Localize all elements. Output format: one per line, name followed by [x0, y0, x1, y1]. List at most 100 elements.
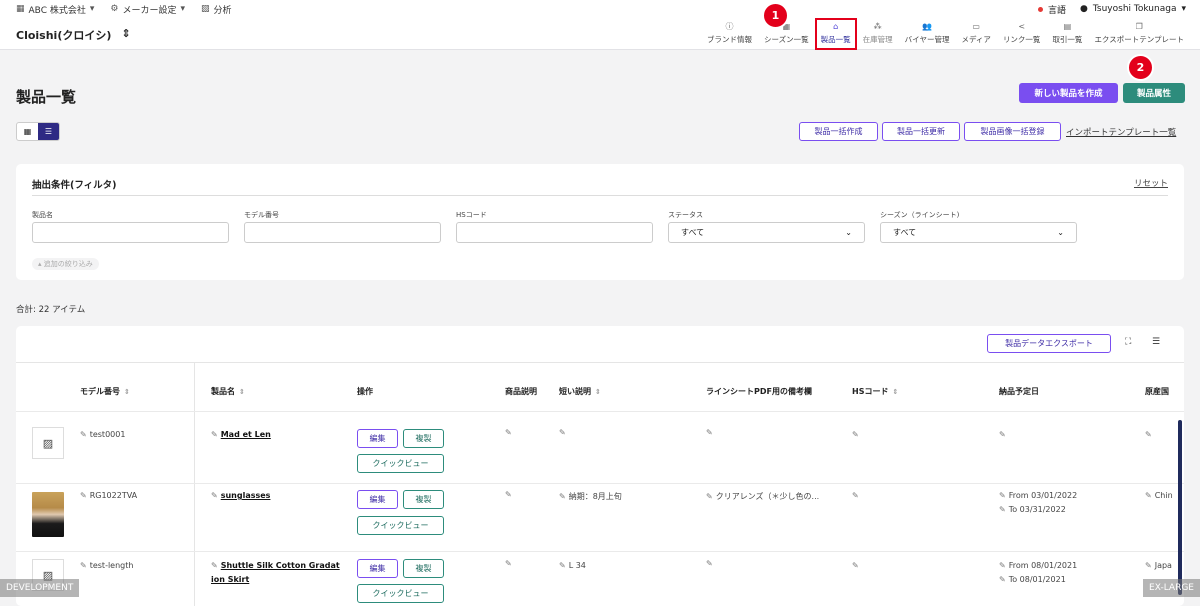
nav-brand-info[interactable]: ⓘブランド情報 — [701, 18, 758, 50]
edit-button[interactable]: 編集 — [357, 429, 398, 448]
short-description-cell[interactable]: ✎ — [559, 428, 569, 437]
column-header-name[interactable]: 製品名⇕ — [211, 386, 245, 397]
brand-selector[interactable]: Cloishi(クロイシ) ⇕ — [16, 27, 131, 43]
nav-link-list[interactable]: <リンク一覧 — [997, 18, 1047, 50]
header-label: HSコード — [852, 386, 888, 397]
name-cell-line2[interactable]: ion Skirt — [211, 575, 249, 584]
edit-icon: ✎ — [999, 491, 1006, 500]
origin-cell[interactable]: ✎Chin — [1145, 491, 1173, 500]
copy-button[interactable]: 複製 — [403, 490, 444, 509]
model-number-input[interactable] — [244, 222, 441, 243]
edit-icon: ✎ — [706, 428, 713, 437]
new-product-button[interactable]: 新しい製品を作成 — [1019, 83, 1118, 103]
name-cell[interactable]: ✎Shuttle Silk Cotton Gradat — [211, 561, 340, 570]
short-description-cell[interactable]: ✎納期：8月上旬 — [559, 491, 622, 502]
analysis-link[interactable]: ▧ 分析 — [185, 3, 232, 16]
origin-value: Japa — [1155, 561, 1172, 570]
language-label: 言語 — [1048, 3, 1066, 16]
product-name-link[interactable]: ion Skirt — [211, 575, 249, 584]
export-product-data-button[interactable]: 製品データエクスポート — [987, 334, 1111, 353]
list-view-icon[interactable]: ☰ — [38, 123, 59, 140]
nav-buyer-management[interactable]: 👥バイヤー管理 — [899, 18, 956, 50]
quick-view-button[interactable]: クイックビュー — [357, 516, 444, 535]
delivery-to-cell[interactable]: ✎To 03/31/2022 — [999, 505, 1066, 514]
nav-label: リンク一覧 — [1003, 34, 1041, 45]
column-header-hs-code[interactable]: HSコード⇕ — [852, 386, 898, 397]
caret-down-icon: ▾ — [1181, 4, 1186, 14]
divider — [194, 363, 195, 606]
company-selector[interactable]: ▦ ABC 株式会社 ▾ — [0, 3, 94, 16]
fullscreen-icon[interactable]: ⛶ — [1125, 337, 1131, 347]
edit-icon: ✎ — [80, 491, 87, 500]
nav-inventory[interactable]: ⁂在庫管理 — [857, 18, 899, 50]
annotation-badge-2: 2 — [1127, 54, 1154, 81]
grid-view-icon[interactable]: ▦ — [17, 123, 38, 140]
vertical-scrollbar[interactable] — [1178, 420, 1182, 595]
edit-icon: ✎ — [559, 428, 566, 437]
description-edit-icon[interactable]: ✎ — [505, 559, 512, 568]
additional-filter-button[interactable]: ▴ 追加の絞り込み — [32, 258, 99, 270]
product-name-link[interactable]: sunglasses — [221, 491, 271, 500]
bulk-image-button[interactable]: 製品画像一括登録 — [964, 122, 1061, 141]
note-cell[interactable]: ✎ — [706, 559, 716, 568]
edit-button[interactable]: 編集 — [357, 559, 398, 578]
copy-button[interactable]: 複製 — [403, 429, 444, 448]
sort-toggle-icon: ⇕ — [121, 27, 130, 43]
quick-view-button[interactable]: クイックビュー — [357, 454, 444, 473]
column-header-model[interactable]: モデル番号⇕ — [80, 386, 130, 397]
chevron-down-icon: ⌄ — [1057, 228, 1064, 237]
nav-transactions[interactable]: ▤取引一覧 — [1046, 18, 1088, 50]
name-cell[interactable]: ✎sunglasses — [211, 491, 270, 500]
quick-view-button[interactable]: クイックビュー — [357, 584, 444, 603]
maker-settings-menu[interactable]: ⚙ メーカー設定 ▾ — [94, 3, 185, 16]
brand-name: Cloishi(クロイシ) — [16, 27, 111, 43]
origin-edit-icon[interactable]: ✎ — [1145, 430, 1152, 439]
delivery-from-cell[interactable]: ✎From 08/01/2021 — [999, 561, 1077, 570]
product-name-input[interactable] — [32, 222, 229, 243]
header-label: 操作 — [357, 386, 373, 397]
nav-product-list[interactable]: ⌂製品一覧 — [815, 18, 857, 50]
hs-code-edit-icon[interactable]: ✎ — [852, 430, 859, 439]
description-edit-icon[interactable]: ✎ — [505, 490, 512, 499]
note-cell[interactable]: ✎ — [706, 428, 716, 437]
short-description-cell[interactable]: ✎L 34 — [559, 561, 586, 570]
hs-code-edit-icon[interactable]: ✎ — [852, 491, 859, 500]
reset-link[interactable]: リセット — [1134, 177, 1168, 189]
view-toggle: ▦ ☰ — [16, 122, 60, 141]
edit-button[interactable]: 編集 — [357, 490, 398, 509]
origin-cell[interactable]: ✎Japa — [1145, 561, 1172, 570]
bulk-update-button[interactable]: 製品一括更新 — [882, 122, 960, 141]
bulk-create-button[interactable]: 製品一括作成 — [799, 122, 878, 141]
column-header-short-description[interactable]: 短い説明⇕ — [559, 386, 601, 397]
delivery-from-cell[interactable]: ✎From 03/01/2022 — [999, 491, 1077, 500]
user-menu[interactable]: ● Tsuyoshi Tokunaga ▾ — [1080, 4, 1186, 14]
nav-label: 製品一覧 — [821, 34, 851, 45]
season-select[interactable]: すべて ⌄ — [880, 222, 1077, 243]
nav-label: バイヤー管理 — [905, 34, 950, 45]
name-cell[interactable]: ✎Mad et Len — [211, 430, 271, 439]
nav-media[interactable]: ▭メディア — [955, 18, 996, 50]
delivery-date-edit-icon[interactable]: ✎ — [999, 430, 1006, 439]
description-edit-icon[interactable]: ✎ — [505, 428, 512, 437]
copy-button[interactable]: 複製 — [403, 559, 444, 578]
header-label: 商品説明 — [505, 386, 537, 397]
delivery-to-value: To 08/01/2021 — [1009, 575, 1066, 584]
delivery-to-cell[interactable]: ✎To 08/01/2021 — [999, 575, 1066, 584]
model-cell[interactable]: ✎test0001 — [80, 430, 125, 439]
analysis-label: 分析 — [214, 3, 232, 16]
model-cell[interactable]: ✎RG1022TVA — [80, 491, 137, 500]
status-select[interactable]: すべて ⌄ — [668, 222, 865, 243]
product-name-link[interactable]: Shuttle Silk Cotton Gradat — [221, 561, 340, 570]
language-selector[interactable]: 言語 — [1038, 3, 1066, 16]
hs-code-edit-icon[interactable]: ✎ — [852, 561, 859, 570]
hs-code-input[interactable] — [456, 222, 653, 243]
model-cell[interactable]: ✎test-length — [80, 561, 133, 570]
import-templates-link[interactable]: インポートテンプレート一覧 — [1066, 126, 1176, 138]
product-attributes-button[interactable]: 製品属性 — [1123, 83, 1185, 103]
column-list-icon[interactable]: ☰ — [1152, 337, 1160, 347]
filter-card: 抽出条件(フィルタ) リセット 製品名 モデル番号 HSコード ステータス すべ… — [16, 164, 1184, 280]
nav-export-templates[interactable]: ❐エクスポートテンプレート — [1088, 18, 1190, 50]
gear-icon: ⚙ — [110, 4, 118, 14]
note-cell[interactable]: ✎クリアレンズ（＊少し色の... — [706, 491, 819, 502]
product-name-link[interactable]: Mad et Len — [221, 430, 271, 439]
